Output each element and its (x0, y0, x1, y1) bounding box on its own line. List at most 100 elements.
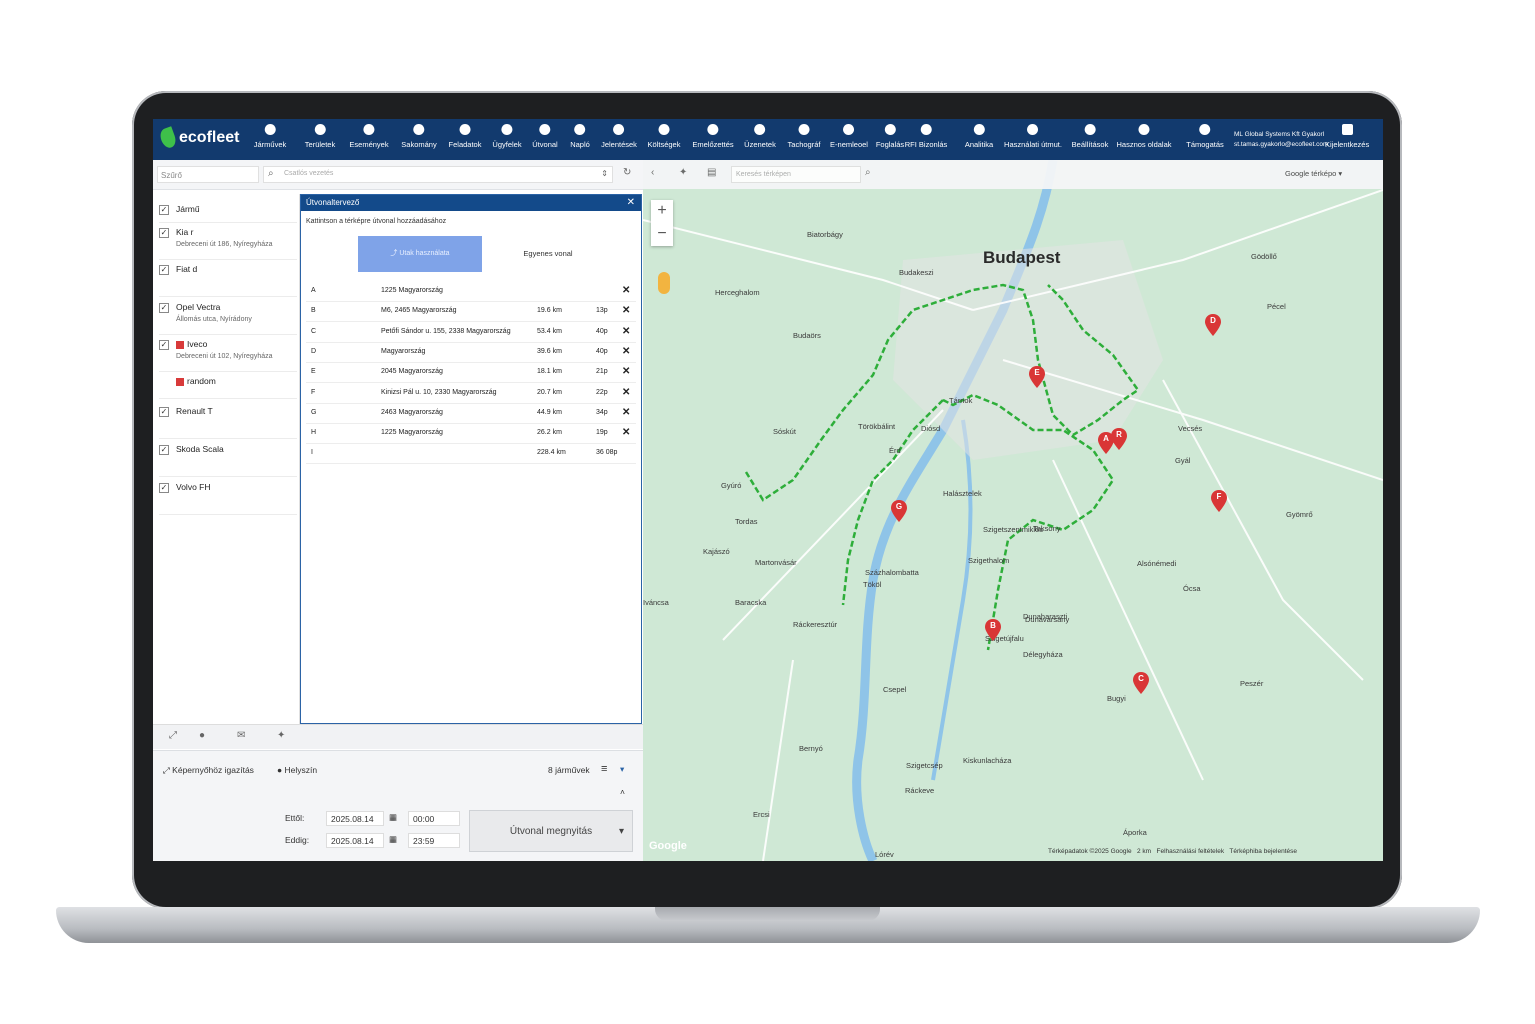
logout-button[interactable]: Kijelentkezés (1325, 124, 1369, 149)
remove-stop-icon[interactable]: ✕ (622, 285, 630, 296)
nav-item-5[interactable]: Ügyfelek (492, 124, 522, 149)
location-icon[interactable]: ● (199, 730, 205, 741)
route-marker-pin[interactable]: E (1029, 366, 1045, 388)
route-marker-pin[interactable]: R (1111, 428, 1127, 450)
route-marker-pin[interactable]: G (891, 500, 907, 522)
route-stop-row[interactable]: B M6, 2465 Magyarország 19.6 km 13p ✕ (306, 301, 636, 323)
route-stop-row[interactable]: F Kinizsi Pál u. 10, 2330 Magyarország 20.… (306, 383, 636, 404)
remove-stop-icon[interactable]: ✕ (622, 427, 630, 438)
vehicle-item[interactable]: ✓ Fiat d (159, 264, 297, 297)
straight-line-button[interactable]: Egyenes vonal (486, 236, 610, 272)
vehicle-group-header[interactable]: ✓ Jármű (159, 204, 297, 223)
map-view[interactable]: ‹ ✦ ▤ Keresés térképen ⌕ Google térképo … (643, 160, 1383, 861)
nav-item-10[interactable]: Emelőzettés (692, 124, 734, 149)
vehicle-item[interactable]: ✓ Renault T (159, 406, 297, 439)
zoom-in-button[interactable]: + (651, 200, 673, 223)
vehicle-search-input[interactable]: ⌕ Csatlós vezetés ⇕ (263, 166, 613, 183)
to-date-input[interactable]: 2025.08.14 (326, 833, 384, 848)
remove-stop-icon[interactable]: ✕ (622, 305, 630, 316)
location-button[interactable]: ● Helyszín (277, 765, 317, 775)
layers-icon[interactable]: ▤ (707, 167, 716, 178)
nav-item-6[interactable]: Útvonal (532, 124, 558, 149)
nav-item-17[interactable]: Használati útmut. (1004, 124, 1062, 149)
route-marker-pin[interactable]: B (985, 619, 1001, 641)
checkbox[interactable]: ✓ (159, 205, 169, 215)
nav-item-2[interactable]: Események (349, 124, 389, 149)
remove-stop-icon[interactable]: ✕ (622, 407, 630, 418)
pegman-icon[interactable] (658, 272, 670, 294)
vehicle-item[interactable]: ✓ Skoda Scala (159, 444, 297, 477)
vehicle-item[interactable]: ✓ Iveco Debreceni út 102, Nyíregyháza (159, 339, 297, 372)
route-stop-row[interactable]: I 228.4 km 36 08p (306, 443, 636, 465)
vehicle-item[interactable]: random (159, 376, 297, 399)
calendar-icon[interactable]: ▦ (389, 834, 397, 845)
nav-item-14[interactable]: Foglalás (876, 124, 904, 149)
terms-link[interactable]: Felhasználási feltételek (1157, 848, 1225, 855)
list-icon[interactable]: ≡ (601, 763, 607, 775)
nav-item-1[interactable]: Területek (305, 124, 335, 149)
dropdown-icon[interactable]: ▾ (619, 811, 624, 853)
refresh-icon[interactable]: ↻ (623, 167, 631, 178)
nav-item-16[interactable]: Analitika (965, 124, 993, 149)
checkbox[interactable]: ✓ (159, 340, 169, 350)
account-info[interactable]: ML Global Systems Kft Gyakorl st.tamas.g… (1234, 130, 1328, 150)
route-stop-row[interactable]: H 1225 Magyarország 26.2 km 19p ✕ (306, 423, 636, 445)
checkbox[interactable]: ✓ (159, 445, 169, 455)
open-route-button[interactable]: Útvonal megnyitás ▾ (469, 810, 633, 852)
nav-item-13[interactable]: E-nemleoel (830, 124, 868, 149)
nav-item-11[interactable]: Üzenetek (744, 124, 776, 149)
mail-icon[interactable]: ✉ (237, 730, 245, 741)
map-search-input[interactable]: Keresés térképen (731, 166, 861, 183)
calendar-icon[interactable]: ▦ (389, 812, 397, 823)
checkbox[interactable]: ✓ (159, 407, 169, 417)
filter-input[interactable]: Szűrő (157, 166, 259, 183)
close-icon[interactable]: ✕ (627, 195, 635, 211)
nav-item-0[interactable]: Járművek (254, 124, 286, 149)
checkbox[interactable]: ✓ (159, 228, 169, 238)
route-marker-pin[interactable]: F (1211, 490, 1227, 512)
report-link[interactable]: Térképhiba bejelentése (1229, 848, 1297, 855)
fit-screen-button[interactable]: ⤢ Képernyőhöz igazítás (163, 765, 254, 776)
to-time-input[interactable]: 23:59 (408, 833, 460, 848)
nav-item-7[interactable]: Napló (570, 124, 590, 149)
nav-item-20[interactable]: Támogatás (1186, 124, 1224, 149)
route-stop-row[interactable]: A 1225 Magyarország ✕ (306, 281, 636, 302)
ecofleet-logo[interactable]: ecofleet (158, 126, 239, 150)
back-icon[interactable]: ‹ (651, 167, 654, 178)
zoom-out-button[interactable]: − (651, 223, 673, 246)
chevron-down-icon[interactable]: ▾ (620, 764, 624, 775)
pin-icon[interactable]: ✦ (277, 730, 285, 741)
nav-item-9[interactable]: Költségek (648, 124, 680, 149)
remove-stop-icon[interactable]: ✕ (622, 366, 630, 377)
remove-stop-icon[interactable]: ✕ (622, 387, 630, 398)
checkbox[interactable]: ✓ (159, 265, 169, 275)
pin-tool-icon[interactable]: ✦ (679, 167, 687, 178)
route-stop-row[interactable]: G 2463 Magyarország 44.9 km 34p ✕ (306, 403, 636, 424)
expand-icon[interactable]: ⤢ (169, 730, 177, 741)
nav-item-3[interactable]: Sakomány (401, 124, 437, 149)
remove-stop-icon[interactable]: ✕ (622, 326, 630, 337)
nav-item-8[interactable]: Jelentések (601, 124, 637, 149)
route-marker-pin[interactable]: D (1205, 314, 1221, 336)
route-stop-row[interactable]: C Petőfi Sándor u. 155, 2338 Magyarország… (306, 322, 636, 343)
route-stop-row[interactable]: E 2045 Magyarország 18.1 km 21p ✕ (306, 362, 636, 384)
route-stop-row[interactable]: D Magyarország 39.6 km 40p ✕ (306, 342, 636, 363)
from-time-input[interactable]: 00:00 (408, 811, 460, 826)
use-roads-button[interactable]: ⤴ Utak használata (358, 236, 482, 272)
map-type-select[interactable]: Google térképo ▾ (1285, 169, 1342, 178)
nav-item-12[interactable]: Tachográf (788, 124, 820, 149)
from-date-input[interactable]: 2025.08.14 (326, 811, 384, 826)
vehicle-item[interactable]: ✓ Volvo FH (159, 482, 297, 515)
remove-stop-icon[interactable]: ✕ (622, 346, 630, 357)
checkbox[interactable]: ✓ (159, 303, 169, 313)
nav-item-15[interactable]: RFI Bizonlás (905, 124, 947, 149)
search-icon[interactable]: ⌕ (865, 167, 871, 178)
route-marker-pin[interactable]: C (1133, 672, 1149, 694)
collapse-icon[interactable]: ˄ (620, 787, 625, 797)
checkbox[interactable]: ✓ (159, 483, 169, 493)
nav-item-19[interactable]: Hasznos oldalak (1116, 124, 1172, 149)
sort-icon[interactable]: ⇕ (601, 169, 608, 178)
nav-item-18[interactable]: Beállítások (1072, 124, 1108, 149)
vehicle-item[interactable]: ✓ Opel Vectra Állomás utca, Nyírádony (159, 302, 297, 335)
vehicle-item[interactable]: ✓ Kia r Debreceni út 186, Nyíregyháza (159, 227, 297, 260)
